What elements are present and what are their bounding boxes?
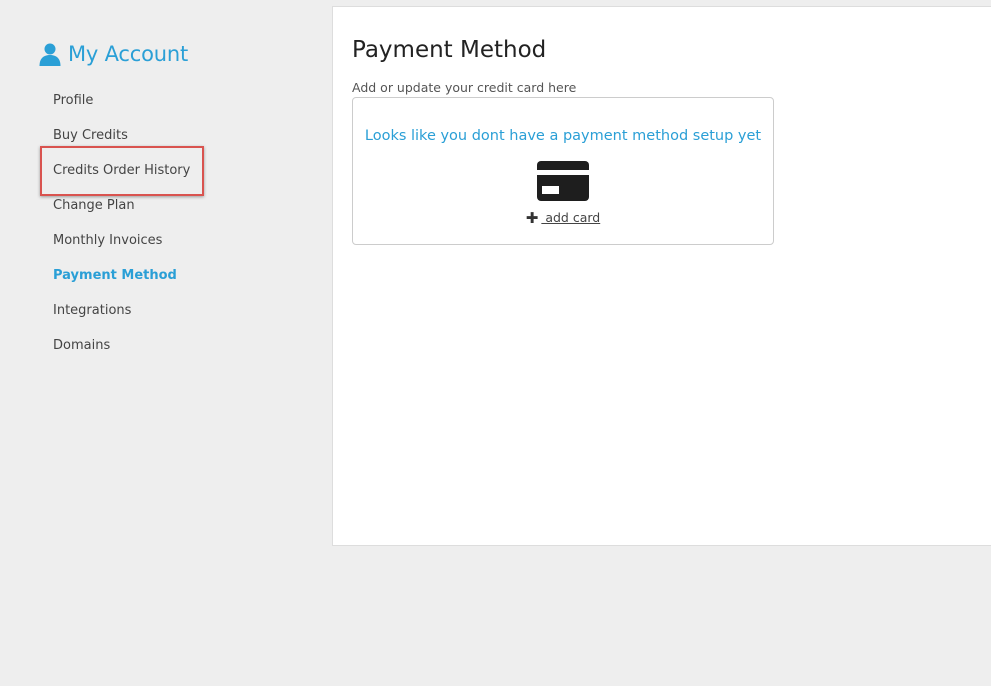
page-title: Payment Method — [352, 37, 547, 63]
user-icon — [38, 42, 62, 66]
main-panel: Payment Method Add or update your credit… — [332, 6, 991, 546]
sidebar-item-domains[interactable]: Domains — [53, 337, 190, 372]
sidebar-item-payment-method[interactable]: Payment Method — [53, 267, 190, 302]
sidebar-item-monthly-invoices[interactable]: Monthly Invoices — [53, 232, 190, 267]
add-card-link[interactable]: ✚ add card — [353, 209, 773, 227]
add-card-label: add card — [541, 210, 601, 225]
sidebar-item-buy-credits[interactable]: Buy Credits — [53, 127, 190, 162]
sidebar-item-profile[interactable]: Profile — [53, 92, 190, 127]
empty-state-message: Looks like you dont have a payment metho… — [364, 128, 762, 144]
account-title: My Account — [68, 42, 189, 66]
sidebar: My Account Profile Buy Credits Credits O… — [0, 0, 332, 686]
account-header: My Account — [38, 42, 188, 66]
page-subtitle: Add or update your credit card here — [352, 80, 577, 95]
sidebar-item-integrations[interactable]: Integrations — [53, 302, 190, 337]
credit-card-icon — [537, 161, 589, 201]
payment-method-box: Looks like you dont have a payment metho… — [352, 97, 774, 245]
sidebar-item-change-plan[interactable]: Change Plan — [53, 197, 190, 232]
page: My Account Profile Buy Credits Credits O… — [0, 0, 991, 686]
sidebar-nav: Profile Buy Credits Credits Order Histor… — [53, 92, 190, 372]
plus-icon: ✚ — [525, 209, 539, 227]
sidebar-item-credits-order-history[interactable]: Credits Order History — [53, 162, 190, 197]
